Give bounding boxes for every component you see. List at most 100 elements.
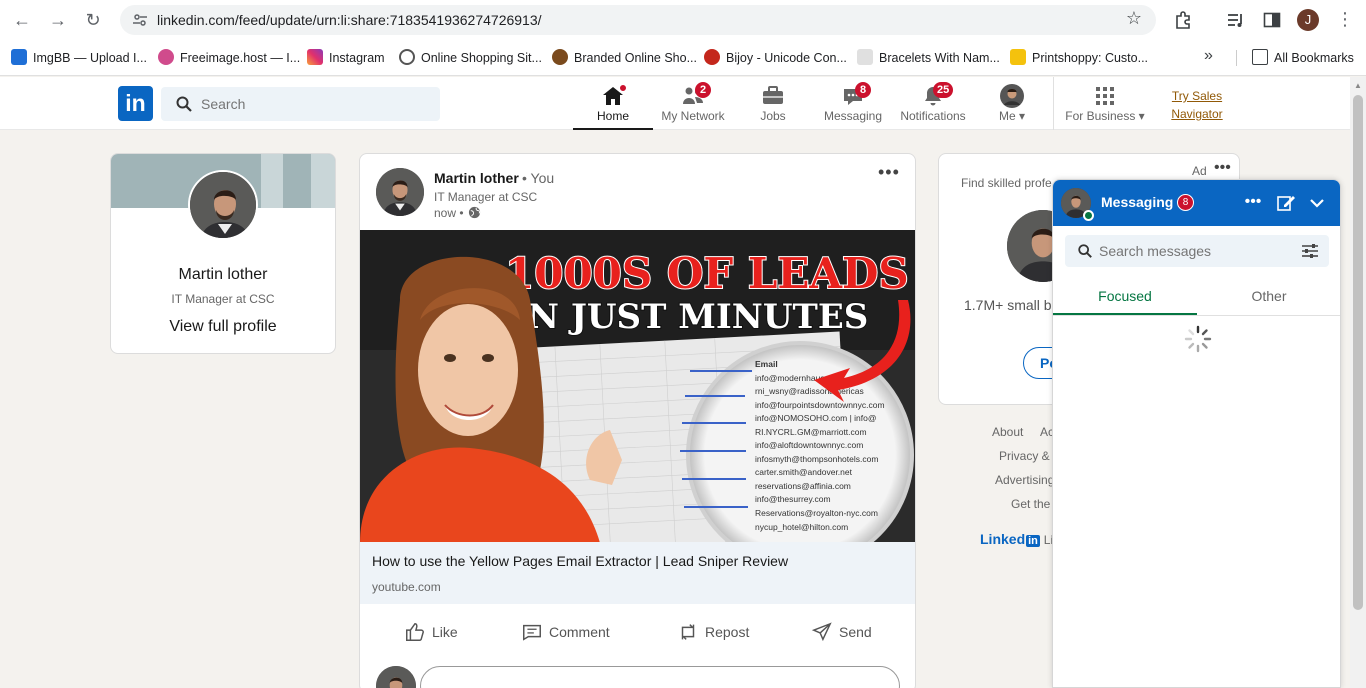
bookmark-item[interactable]: Bijoy - Unicode Con... (704, 49, 847, 65)
messaging-title: Messaging (1101, 194, 1174, 210)
media-control-icon[interactable] (1226, 10, 1246, 30)
search-input[interactable] (201, 94, 431, 114)
post-actions: Like Comment Repost Send (360, 612, 915, 652)
globe-icon (399, 49, 415, 65)
post-options-icon[interactable]: ••• (878, 162, 900, 183)
bookmark-item[interactable]: Instagram (307, 49, 385, 65)
bank-icon (857, 49, 873, 65)
chevron-down-icon[interactable] (1306, 192, 1328, 214)
extensions-icon[interactable] (1173, 10, 1193, 30)
browser-profile-avatar[interactable]: J (1297, 9, 1319, 31)
send-label: Send (839, 624, 872, 640)
browser-menu-icon[interactable]: ⋮ (1336, 9, 1354, 30)
post-author-you: • You (522, 170, 555, 186)
send-button[interactable]: Send (811, 612, 872, 652)
notifications-badge: 25 (933, 82, 954, 98)
bookmark-item[interactable]: Online Shopping Sit... (399, 49, 542, 65)
footer-privacy-link[interactable]: Privacy & (999, 449, 1050, 463)
thumbnail-email-text: carter.smith@andover.net (755, 467, 853, 477)
bookmark-label: Online Shopping Sit... (421, 51, 542, 65)
bookmark-item[interactable]: Printshoppy: Custo... (1010, 49, 1148, 65)
profile-headline: IT Manager at CSC (171, 292, 275, 306)
bookmark-label: Branded Online Sho... (574, 51, 697, 65)
post-link-thumbnail[interactable]: Email info@modernhausoho rni_wsny@radiss… (360, 230, 915, 543)
nav-me[interactable]: Me ▾ (978, 77, 1046, 130)
bookmark-item[interactable]: Bracelets With Nam... (857, 49, 1000, 65)
site-settings-icon[interactable] (132, 12, 148, 28)
footer-get-app-link[interactable]: Get the (1011, 497, 1050, 511)
more-bookmarks-icon[interactable]: » (1204, 47, 1213, 65)
view-full-profile-link[interactable]: View full profile (111, 318, 335, 336)
branded-icon (552, 49, 568, 65)
messaging-options-icon[interactable]: ••• (1242, 192, 1264, 214)
back-icon[interactable]: ← (11, 9, 33, 31)
profile-avatar[interactable] (188, 170, 258, 240)
nav-home[interactable]: Home (573, 77, 653, 130)
bookmark-item[interactable]: Branded Online Sho... (552, 49, 697, 65)
network-badge: 2 (695, 82, 711, 98)
global-search[interactable] (161, 87, 440, 121)
printshoppy-icon (1010, 49, 1026, 65)
nav-label: My Network (661, 109, 725, 123)
side-panel-icon[interactable] (1262, 10, 1282, 30)
linkedin-logo[interactable]: in (118, 86, 153, 121)
scroll-thumb[interactable] (1353, 95, 1363, 610)
address-bar[interactable]: linkedin.com/feed/update/urn:li:share:71… (120, 5, 1156, 35)
home-notification-dot (618, 83, 628, 93)
brand-in: in (1026, 535, 1040, 547)
tab-focused[interactable]: Focused (1053, 278, 1197, 315)
footer-advertising-link[interactable]: Advertising (995, 473, 1054, 487)
nav-messaging[interactable]: 8 Messaging (813, 77, 893, 130)
ad-subtext: 1.7M+ small b (964, 297, 1052, 313)
profile-name[interactable]: Martin lother (111, 266, 335, 284)
search-icon (176, 96, 192, 112)
messaging-search[interactable] (1065, 235, 1329, 267)
nav-my-network[interactable]: 2 My Network (653, 77, 733, 130)
footer-about-link[interactable]: About (992, 425, 1023, 439)
search-messages-input[interactable] (1099, 241, 1289, 261)
ad-options-icon[interactable]: ••• (1214, 159, 1231, 177)
ad-text: Find skilled profe (961, 176, 1052, 190)
repost-button[interactable]: Repost (677, 612, 749, 652)
comment-button[interactable]: Comment (521, 612, 610, 652)
nav-notifications[interactable]: 25 Notifications (893, 77, 973, 130)
nav-jobs[interactable]: Jobs (733, 77, 813, 130)
post-author-avatar[interactable] (376, 168, 424, 216)
imgbb-icon (11, 49, 27, 65)
thumbnail-email-text: info@aloftdowntownnyc.com (755, 440, 863, 450)
comment-input[interactable] (420, 666, 900, 688)
nav-for-business[interactable]: For Business ▾ (1060, 77, 1150, 130)
bookmark-label: ImgBB — Upload I... (33, 51, 147, 65)
thumbnail-email-text: info@fourpointsdowntownnyc.com (755, 400, 885, 410)
comment-label: Comment (549, 624, 610, 640)
briefcase-icon (763, 86, 783, 104)
try-sales-navigator-link[interactable]: Try Sales Navigator (1166, 87, 1228, 123)
online-status-dot (1083, 210, 1094, 221)
bookmark-item[interactable]: Freeimage.host — I... (158, 49, 300, 65)
link-title[interactable]: How to use the Yellow Pages Email Extrac… (372, 553, 788, 569)
forward-icon[interactable]: → (47, 9, 69, 31)
link-preview[interactable]: How to use the Yellow Pages Email Extrac… (360, 542, 915, 604)
all-bookmarks-label: All Bookmarks (1274, 51, 1354, 65)
bookmark-item[interactable]: ImgBB — Upload I... (11, 49, 147, 65)
compose-icon[interactable] (1275, 192, 1297, 214)
linkedin-footer-logo: Linked in Li (980, 531, 1053, 547)
comment-icon (523, 624, 541, 641)
page-scrollbar[interactable]: ▲ (1350, 77, 1366, 688)
tab-other[interactable]: Other (1197, 278, 1340, 315)
bookmark-label: Freeimage.host — I... (180, 51, 301, 65)
like-button[interactable]: Like (404, 612, 458, 652)
brand-text: Linked (980, 531, 1026, 547)
scroll-up-icon[interactable]: ▲ (1354, 81, 1362, 90)
bookmark-star-icon[interactable]: ☆ (1126, 8, 1142, 29)
filter-icon[interactable] (1301, 243, 1319, 259)
post-author-name[interactable]: Martin lother (434, 170, 519, 186)
portrait-image (376, 168, 424, 216)
all-bookmarks[interactable]: All Bookmarks (1252, 49, 1354, 65)
messaging-header[interactable]: Messaging 8 ••• (1053, 180, 1340, 226)
thumbnail-email-text: nycup_hotel@hilton.com (755, 522, 848, 532)
video-thumbnail-image: Email info@modernhausoho rni_wsny@radiss… (360, 230, 915, 543)
reload-icon[interactable]: ↻ (82, 9, 104, 31)
url-text[interactable]: linkedin.com/feed/update/urn:li:share:71… (157, 12, 542, 28)
globe-icon (468, 206, 480, 219)
